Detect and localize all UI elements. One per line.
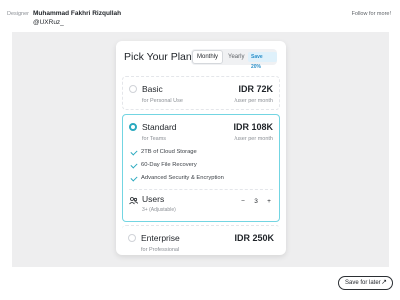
follow-link[interactable]: Follow for more!	[352, 11, 391, 17]
check-icon	[130, 174, 138, 182]
plan-enterprise-radio[interactable]	[128, 234, 136, 242]
users-icon	[129, 197, 138, 205]
plan-price: IDR 72K	[238, 84, 273, 94]
plan-price: IDR 108K	[233, 122, 273, 132]
feature-item: Advanced Security & Encryption	[130, 172, 273, 185]
users-subtitle: 3+ (Adjustable)	[142, 207, 176, 213]
feature-text: Advanced Security & Encryption	[141, 175, 224, 181]
designer-header: Designer Muhammad Fakhri Rizqullah @UXRu…	[0, 0, 400, 30]
plan-basic-radio[interactable]	[129, 85, 137, 93]
toggle-yearly[interactable]: Yearly	[228, 50, 244, 64]
users-stepper: − 3 +	[239, 197, 273, 207]
card-title: Pick Your Plan	[124, 51, 192, 63]
save-badge: Save 20%	[248, 52, 277, 70]
save-for-later-label: Save for later	[345, 280, 381, 286]
plan-subtitle: for Professional	[141, 247, 180, 253]
save-for-later-button[interactable]: Save for later ↗	[338, 276, 393, 290]
feature-item: 60-Day File Recovery	[130, 159, 273, 172]
users-label: Users	[142, 194, 165, 204]
plan-subtitle: for Personal Use	[142, 98, 183, 104]
feature-item: 2TB of Cloud Storage	[130, 146, 273, 159]
toggle-monthly[interactable]: Monthly	[192, 50, 223, 64]
plan-standard[interactable]: Standard for Teams IDR 108K /user per mo…	[122, 114, 280, 222]
plan-subtitle: for Teams	[142, 136, 167, 142]
feature-text: 60-Day File Recovery	[141, 162, 197, 168]
plan-period: /user per month	[234, 98, 273, 104]
plan-name: Basic	[142, 84, 163, 94]
plan-name: Standard	[142, 122, 177, 132]
plan-period: /user per month	[234, 136, 273, 142]
feature-text: 2TB of Cloud Storage	[141, 149, 197, 155]
divider	[129, 189, 273, 190]
check-icon	[130, 161, 138, 169]
designer-name: Muhammad Fakhri Rizqullah	[33, 10, 122, 17]
pricing-card: Pick Your Plan Monthly Yearly Save 20% B…	[116, 41, 286, 255]
designer-label: Designer	[7, 11, 30, 17]
plan-basic[interactable]: Basic for Personal Use IDR 72K /user per…	[122, 76, 280, 110]
plan-enterprise[interactable]: Enterprise for Professional IDR 250K	[122, 225, 280, 253]
decrement-button[interactable]: −	[239, 197, 247, 207]
users-count: 3	[254, 198, 258, 205]
plan-standard-radio[interactable]	[129, 123, 137, 131]
increment-button[interactable]: +	[265, 197, 273, 207]
feature-list: 2TB of Cloud Storage 60-Day File Recover…	[130, 146, 273, 185]
designer-handle[interactable]: @UXRuz_	[33, 19, 64, 26]
arrow-up-right-icon: ↗	[381, 279, 387, 286]
plan-price: IDR 250K	[234, 233, 274, 243]
plan-name: Enterprise	[141, 233, 180, 243]
check-icon	[130, 148, 138, 156]
billing-toggle: Monthly Yearly Save 20%	[191, 49, 277, 70]
